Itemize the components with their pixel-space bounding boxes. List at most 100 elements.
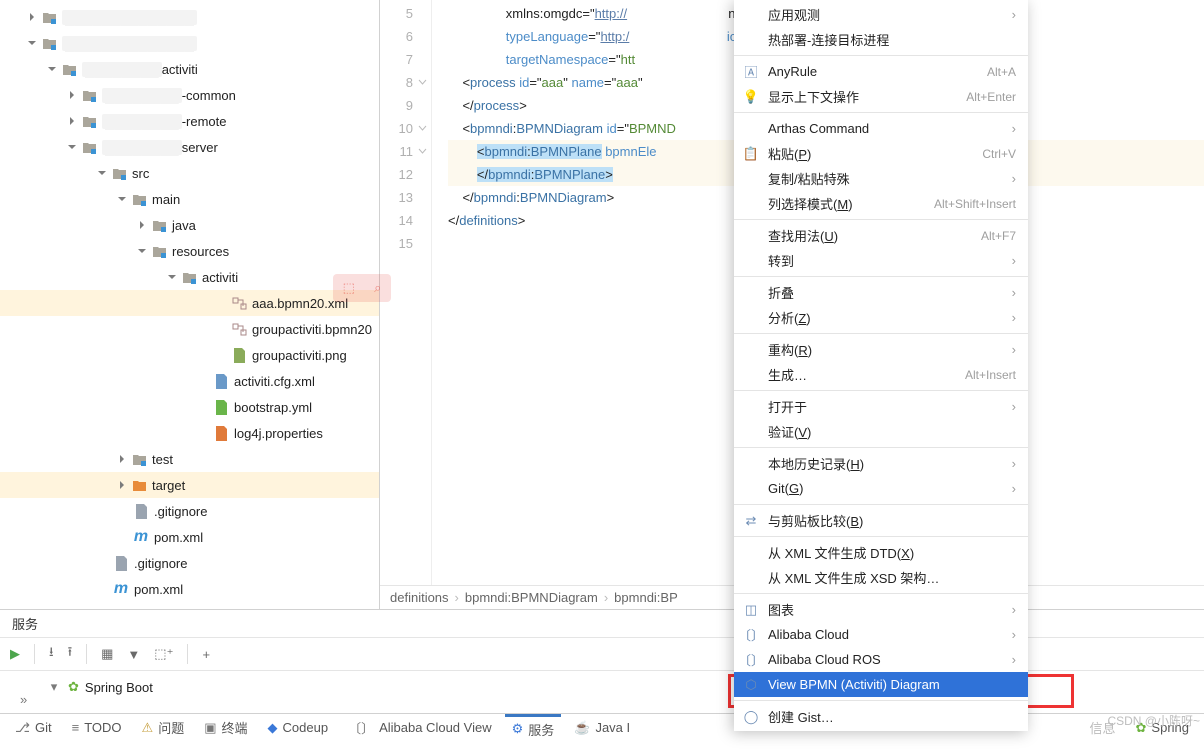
chevron-down-icon[interactable]	[24, 35, 40, 51]
menu-item[interactable]: 本地历史记录(H)›	[734, 451, 1028, 476]
statusbar-item-服务[interactable]: ⚙服务	[505, 714, 562, 741]
tree-item[interactable]: m pom.xml	[0, 576, 379, 602]
chevron-right-icon[interactable]	[64, 87, 80, 103]
menu-item[interactable]: 打开于›	[734, 394, 1028, 419]
tree-item[interactable]: ████████ -common	[0, 82, 379, 108]
menu-item[interactable]: 生成…Alt+Insert	[734, 362, 1028, 387]
menu-item[interactable]: 验证(V)	[734, 419, 1028, 444]
chevron-right-icon[interactable]	[114, 477, 130, 493]
tree-item[interactable]: groupactiviti.png	[0, 342, 379, 368]
expand-all-icon[interactable]: ⭳	[49, 643, 54, 665]
svc-icon: ⚙	[512, 721, 524, 737]
tree-item-label: -remote	[182, 114, 227, 129]
statusbar-item-终端[interactable]: ▣终端	[197, 714, 254, 741]
tree-item-label: src	[132, 166, 149, 181]
menu-item[interactable]: ◫图表›	[734, 597, 1028, 622]
tree-item[interactable]: activiti	[0, 264, 379, 290]
menu-item[interactable]: 从 XML 文件生成 XSD 架构…	[734, 565, 1028, 590]
paste-icon: 📋	[742, 146, 760, 162]
chevron-down-icon[interactable]	[164, 269, 180, 285]
tree-item[interactable]: main	[0, 186, 379, 212]
menu-item[interactable]: 查找用法(U)Alt+F7	[734, 223, 1028, 248]
chevron-down-icon[interactable]	[94, 165, 110, 181]
chevron-right-icon[interactable]	[64, 113, 80, 129]
menu-item[interactable]: 折叠›	[734, 280, 1028, 305]
menu-item[interactable]: 重构(R)›	[734, 337, 1028, 362]
chevron-down-icon[interactable]: ▾	[46, 679, 62, 695]
grid-icon[interactable]: ▦	[101, 646, 113, 662]
tree-item[interactable]: ██████████████	[0, 30, 379, 56]
folder-icon	[110, 165, 128, 181]
tree-item[interactable]: .gitignore	[0, 550, 379, 576]
tree-item-label: test	[152, 452, 173, 467]
statusbar-item-Codeup[interactable]: ◆Codeup	[261, 714, 336, 741]
tree-item[interactable]: mpom.xml	[0, 524, 379, 550]
statusbar-item-Alibaba Cloud View[interactable]: 〔〕Alibaba Cloud View	[341, 714, 499, 741]
menu-item[interactable]: 复制/粘贴特殊›	[734, 166, 1028, 191]
tree-item[interactable]: src	[0, 160, 379, 186]
context-menu[interactable]: 应用观测›热部署-连接目标进程 🄰AnyRuleAlt+A💡显示上下文操作Alt+…	[734, 0, 1028, 731]
add-icon[interactable]: +	[202, 647, 210, 662]
tree-item[interactable]: java	[0, 212, 379, 238]
menu-item[interactable]: Arthas Command›	[734, 116, 1028, 141]
chevron-down-icon[interactable]	[44, 61, 60, 77]
java-icon: ☕	[574, 720, 590, 736]
tree-item[interactable]: .gitignore	[0, 498, 379, 524]
menu-item[interactable]: 转到›	[734, 248, 1028, 273]
breadcrumb-item[interactable]: bpmndi:BPMNDiagram	[465, 590, 598, 605]
menu-item[interactable]: 从 XML 文件生成 DTD(X)	[734, 540, 1028, 565]
chevron-down-icon[interactable]	[64, 139, 80, 155]
menu-item[interactable]: 列选择模式(M)Alt+Shift+Insert	[734, 191, 1028, 216]
floating-toolbar[interactable]: ⬚⌕	[333, 274, 391, 302]
tree-item[interactable]: log4j.properties	[0, 420, 379, 446]
pom-file-icon: m	[112, 581, 130, 597]
chevron-down-icon[interactable]	[134, 243, 150, 259]
tree-item-label: pom.xml	[134, 582, 183, 597]
tree-item[interactable]: aaa.bpmn20.xml	[0, 290, 379, 316]
ac-icon: 〔〕	[348, 718, 374, 737]
tree-item-label: resources	[172, 244, 229, 259]
collapse-all-icon[interactable]: ⭱	[68, 643, 73, 665]
ac-icon: 〔〕	[742, 650, 760, 669]
statusbar-item-TODO[interactable]: ≡TODO	[65, 714, 129, 741]
menu-item[interactable]: ◯创建 Gist…	[734, 704, 1028, 729]
folder-icon	[150, 243, 168, 259]
menu-item[interactable]: 热部署-连接目标进程	[734, 27, 1028, 52]
tree-item[interactable]: ██████████████	[0, 4, 379, 30]
tree-item[interactable]: resources	[0, 238, 379, 264]
yml-file-icon	[212, 399, 230, 415]
chevron-right-icon[interactable]	[134, 217, 150, 233]
breadcrumb-item[interactable]: definitions	[390, 590, 449, 605]
menu-item[interactable]: 🄰AnyRuleAlt+A	[734, 59, 1028, 84]
tree-item[interactable]: bootstrap.yml	[0, 394, 379, 420]
chevron-right-icon[interactable]	[24, 9, 40, 25]
tree-item-label: pom.xml	[154, 530, 203, 545]
statusbar-item-Git[interactable]: ⎇Git	[8, 714, 59, 741]
breadcrumb-item[interactable]: bpmndi:BP	[614, 590, 678, 605]
tree-item[interactable]: activiti.cfg.xml	[0, 368, 379, 394]
menu-item[interactable]: Git(G)›	[734, 476, 1028, 501]
run-icon[interactable]: ▶	[10, 646, 20, 662]
statusbar-item-问题[interactable]: ⚠问题	[135, 714, 192, 741]
menu-item[interactable]: ⇄与剪贴板比较(B)	[734, 508, 1028, 533]
tree-item[interactable]: ████████ activiti	[0, 56, 379, 82]
statusbar-item-Java I[interactable]: ☕Java I	[567, 714, 637, 741]
tree-item[interactable]: target	[0, 472, 379, 498]
tree-item[interactable]: test	[0, 446, 379, 472]
menu-item[interactable]: 〔〕Alibaba Cloud›	[734, 622, 1028, 647]
tree-item[interactable]: ████████ server	[0, 134, 379, 160]
menu-item[interactable]: ⬡View BPMN (Activiti) Diagram	[734, 672, 1028, 697]
more-icon[interactable]: »	[20, 692, 29, 707]
menu-item[interactable]: 应用观测›	[734, 2, 1028, 27]
chevron-down-icon[interactable]	[114, 191, 130, 207]
menu-item[interactable]: 〔〕Alibaba Cloud ROS›	[734, 647, 1028, 672]
menu-item[interactable]: 分析(Z)›	[734, 305, 1028, 330]
filter-icon[interactable]: ▼	[127, 647, 140, 662]
tree-item[interactable]: ████████ -remote	[0, 108, 379, 134]
menu-item[interactable]: 📋粘贴(P)Ctrl+V	[734, 141, 1028, 166]
menu-item[interactable]: 💡显示上下文操作Alt+Enter	[734, 84, 1028, 109]
folder-icon	[60, 61, 78, 77]
layout-icon[interactable]: ⬚⁺	[154, 646, 173, 662]
tree-item[interactable]: groupactiviti.bpmn20	[0, 316, 379, 342]
chevron-right-icon[interactable]	[114, 451, 130, 467]
